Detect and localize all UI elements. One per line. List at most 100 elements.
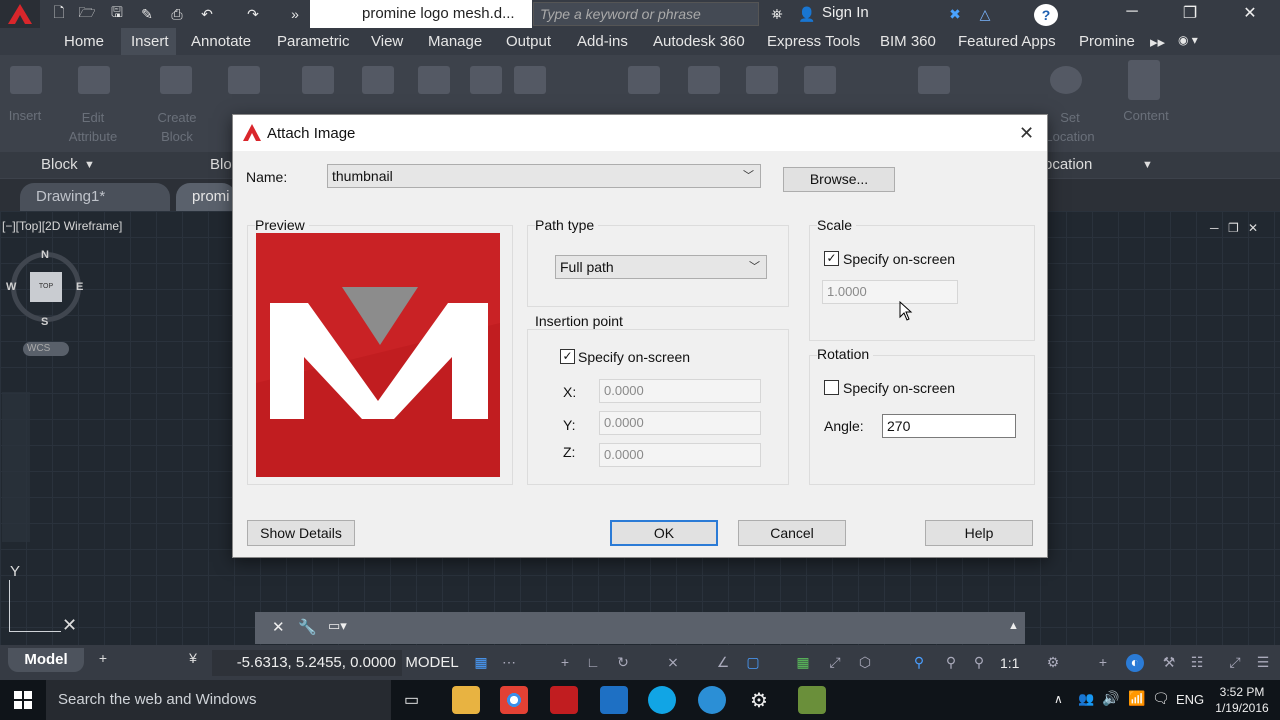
- tab-add-ins[interactable]: Add-ins: [577, 33, 628, 50]
- create-block-button[interactable]: Create Block: [150, 108, 204, 146]
- panel-content-dropdown-icon[interactable]: ▼: [1142, 159, 1153, 171]
- skype-icon[interactable]: [648, 686, 676, 714]
- chrome-icon[interactable]: [500, 686, 528, 714]
- save-as-icon[interactable]: ✎: [136, 4, 158, 24]
- data-link-icon[interactable]: [918, 66, 950, 94]
- tab-annotate[interactable]: Annotate: [191, 33, 251, 50]
- annotation-visibility-icon[interactable]: ⚲: [910, 654, 928, 672]
- z-input[interactable]: 0.0000: [599, 443, 761, 467]
- panel-block[interactable]: Block: [41, 156, 78, 173]
- tab-featured-apps[interactable]: Featured Apps: [958, 33, 1056, 50]
- annotation-scale-icon[interactable]: ⚲: [970, 654, 988, 672]
- model-tab[interactable]: Model: [8, 648, 84, 672]
- people-icon[interactable]: 👥: [1078, 691, 1094, 707]
- x-input[interactable]: 0.0000: [599, 379, 761, 403]
- doc-tab-drawing1[interactable]: Drawing1*: [20, 183, 170, 211]
- cmd-history-icon[interactable]: ▲: [1008, 620, 1019, 632]
- command-line[interactable]: [255, 612, 1025, 644]
- reference-edit-icon[interactable]: [362, 66, 394, 94]
- taskbar-search-input[interactable]: Search the web and Windows: [46, 680, 391, 720]
- show-hidden-icons-icon[interactable]: ∧: [1054, 692, 1063, 706]
- annotation-scale[interactable]: 1:1: [1000, 655, 1019, 671]
- tab-bim-360[interactable]: BIM 360: [880, 33, 936, 50]
- sign-in-button[interactable]: Sign In: [822, 4, 869, 21]
- undo-icon[interactable]: ↶: [196, 4, 218, 24]
- restore-icon[interactable]: ❐: [1170, 3, 1210, 25]
- model-space-toggle[interactable]: MODEL: [402, 650, 462, 676]
- task-view-icon[interactable]: ▭: [404, 690, 419, 710]
- open-folder-icon[interactable]: 🗁: [76, 4, 98, 24]
- add-layout-icon[interactable]: +: [94, 650, 112, 668]
- compass-e[interactable]: E: [76, 281, 83, 293]
- app-icon[interactable]: [798, 686, 826, 714]
- osnap-tracking-icon[interactable]: ∠: [714, 654, 732, 672]
- panel-dropdown-icon[interactable]: ▼: [84, 159, 95, 171]
- viewport-close-icon[interactable]: ✕: [1248, 221, 1258, 235]
- insert-button[interactable]: Insert: [2, 108, 48, 123]
- input-language[interactable]: ENG: [1176, 692, 1204, 707]
- coordinates-readout[interactable]: -5.6313, 5.2455, 0.0000: [212, 650, 402, 676]
- tab-home[interactable]: Home: [64, 33, 104, 50]
- tab-parametric[interactable]: Parametric: [277, 33, 350, 50]
- cancel-button[interactable]: Cancel: [738, 520, 846, 546]
- cmd-customize-icon[interactable]: 🔧: [298, 618, 317, 636]
- volume-icon[interactable]: 🔊: [1102, 690, 1119, 707]
- osnap-icon[interactable]: ▢: [744, 654, 762, 672]
- tab-promine[interactable]: Promine: [1079, 33, 1135, 50]
- cmd-prompt-icon[interactable]: ▭▾: [328, 618, 347, 634]
- customize-icon[interactable]: ¥: [184, 650, 202, 668]
- viewcube[interactable]: TOP: [30, 272, 62, 302]
- compass-s[interactable]: S: [41, 316, 48, 328]
- more-tabs-icon[interactable]: ▸▸: [1150, 33, 1165, 51]
- auto-scale-icon[interactable]: ⚲: [942, 654, 960, 672]
- tab-express-tools[interactable]: Express Tools: [767, 33, 860, 50]
- save-icon[interactable]: 🖫: [106, 4, 128, 24]
- panel-location[interactable]: ocation: [1044, 156, 1092, 173]
- compass-n[interactable]: N: [41, 249, 49, 261]
- redo-icon[interactable]: ↷: [242, 4, 264, 24]
- fullscreen-icon[interactable]: ⤢: [1226, 654, 1244, 672]
- import-icon[interactable]: [628, 66, 660, 94]
- rotation-specify-checkbox[interactable]: [824, 380, 839, 395]
- ortho-icon[interactable]: ∟: [584, 654, 602, 672]
- data-import-icon[interactable]: [746, 66, 778, 94]
- a360-icon[interactable]: △: [974, 4, 996, 24]
- transparency-icon[interactable]: ⤢: [826, 654, 844, 672]
- windows-start-icon[interactable]: [0, 680, 46, 720]
- edit-attribute-button[interactable]: Edit Attribute: [58, 108, 128, 146]
- viewport-controls-label[interactable]: [−][Top][2D Wireframe]: [2, 219, 122, 233]
- close-icon[interactable]: ✕: [1230, 3, 1270, 25]
- viewport-minimize-icon[interactable]: ─: [1210, 221, 1219, 235]
- ok-button[interactable]: OK: [610, 520, 718, 546]
- scale-input[interactable]: 1.0000: [822, 280, 958, 304]
- scale-specify-checkbox[interactable]: ✓: [824, 251, 839, 266]
- tab-insert[interactable]: Insert: [131, 33, 169, 50]
- wcs-menu[interactable]: WCS: [23, 342, 69, 356]
- globe-icon[interactable]: [1050, 66, 1082, 94]
- selection-cycling-icon[interactable]: ⬡: [856, 654, 874, 672]
- help-icon[interactable]: ?: [1034, 4, 1058, 26]
- file-explorer-icon[interactable]: [452, 686, 480, 714]
- dynamic-input-icon[interactable]: +: [556, 654, 574, 672]
- exchange-icon[interactable]: ✖: [944, 4, 966, 24]
- outlook-icon[interactable]: [600, 686, 628, 714]
- minimize-icon[interactable]: ─: [1112, 3, 1152, 25]
- content-icon[interactable]: [1128, 60, 1160, 100]
- tab-view[interactable]: View: [371, 33, 403, 50]
- doc-tab-promine[interactable]: promi: [176, 183, 236, 211]
- annotation-monitor-icon[interactable]: +: [1094, 654, 1112, 672]
- edit-attribute-icon[interactable]: [78, 66, 110, 94]
- show-details-button[interactable]: Show Details: [247, 520, 355, 546]
- autocad-taskbar-icon[interactable]: [550, 686, 578, 714]
- settings-gear-icon[interactable]: ⚙: [750, 688, 768, 713]
- insert-block-icon[interactable]: [10, 66, 42, 94]
- globe-app-icon[interactable]: [698, 686, 726, 714]
- content-button[interactable]: Content: [1116, 108, 1176, 123]
- panel-block-definition[interactable]: Blo: [210, 156, 232, 173]
- clean-screen-icon[interactable]: ☷: [1188, 654, 1206, 672]
- snap-icon[interactable]: ⋯: [500, 654, 518, 672]
- angle-input[interactable]: 270: [882, 414, 1016, 438]
- point-cloud-icon[interactable]: [688, 66, 720, 94]
- browse-button[interactable]: Browse...: [783, 167, 895, 192]
- grid-icon[interactable]: ▦: [472, 654, 490, 672]
